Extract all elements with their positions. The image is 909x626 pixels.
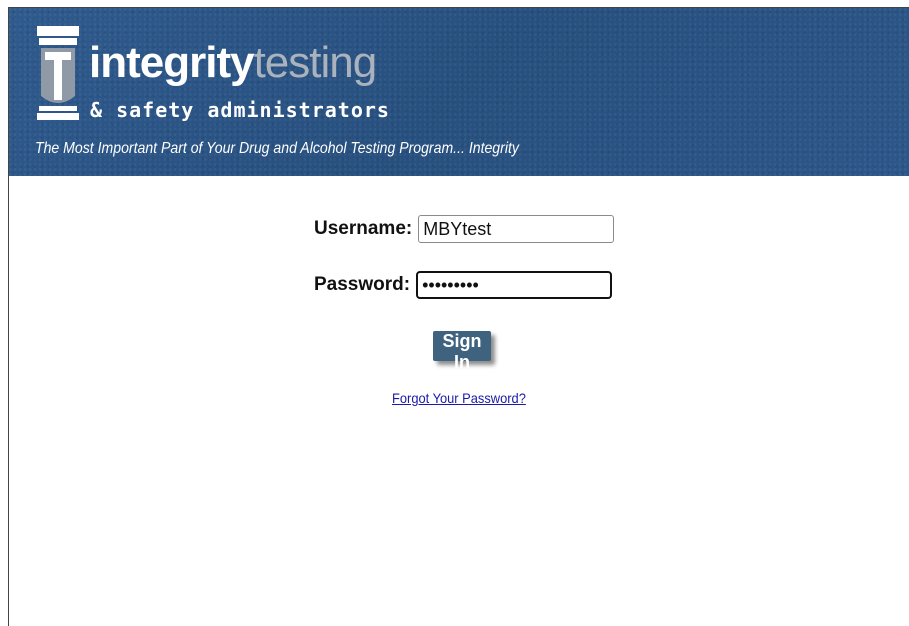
- forgot-password-link[interactable]: Forgot Your Password?: [392, 390, 526, 406]
- username-label: Username:: [314, 218, 413, 239]
- username-row: Username:: [314, 214, 615, 244]
- brand-name-light: testing: [253, 38, 378, 87]
- brand-tagline: The Most Important Part of Your Drug and…: [35, 140, 519, 157]
- password-row: Password:: [314, 270, 613, 300]
- it-monogram-logo-icon: [37, 26, 79, 120]
- username-input[interactable]: [418, 215, 615, 243]
- sign-in-button[interactable]: Sign In: [433, 331, 491, 372]
- header-banner: integritytesting & safety administrators…: [9, 8, 909, 176]
- brand-subtitle: & safety administrators: [90, 98, 390, 122]
- password-label: Password:: [314, 274, 411, 295]
- page-frame: integritytesting & safety administrators…: [8, 7, 909, 626]
- brand-name: integritytesting: [89, 38, 378, 87]
- brand-name-strong: integrity: [89, 38, 255, 87]
- password-input[interactable]: [416, 271, 613, 299]
